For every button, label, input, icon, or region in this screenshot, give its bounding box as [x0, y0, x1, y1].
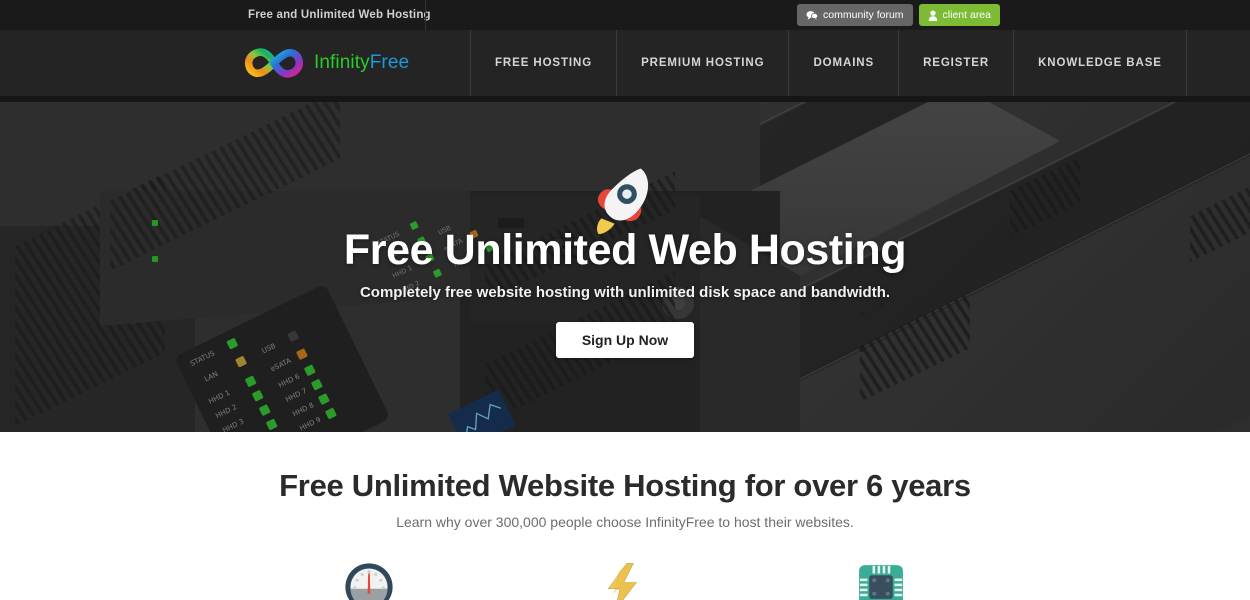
lightning-bolt-icon [598, 560, 652, 600]
brand-name-part2: Free [369, 52, 410, 73]
brand-name: InfinityFree [314, 52, 409, 74]
nav-item-knowledge-base[interactable]: KNOWLEDGE BASE [1014, 30, 1187, 96]
topbar-actions: community forum client area [797, 4, 1000, 26]
hero-content: Free Unlimited Web Hosting Completely fr… [0, 96, 1250, 432]
sign-up-now-button[interactable]: Sign Up Now [555, 322, 695, 359]
client-area-button[interactable]: client area [918, 4, 1000, 26]
user-icon [928, 9, 938, 21]
features-section: Free Unlimited Website Hosting for over … [0, 432, 1250, 600]
site-tagline: Free and Unlimited Web Hosting [248, 9, 431, 21]
hero-subtitle: Completely free website hosting with unl… [359, 284, 891, 302]
top-announcement-bar: Free and Unlimited Web Hosting community… [0, 0, 1250, 30]
community-forum-button[interactable]: community forum [797, 4, 913, 26]
nav-item-free-hosting[interactable]: FREE HOSTING [470, 30, 618, 96]
nav-item-register[interactable]: REGISTER [899, 30, 1015, 96]
nav-item-premium-hosting[interactable]: PREMIUM HOSTING [617, 30, 790, 96]
client-area-label: client area [942, 9, 991, 21]
nav-links: FREE HOSTING PREMIUM HOSTING DOMAINS REG… [470, 30, 1187, 96]
hero-section: STATUS LAN USB eSATA HHD 1 HHD 2 HHD 6 H… [0, 96, 1250, 432]
speech-bubble-icon [806, 10, 819, 21]
feature-item-performance [497, 560, 753, 600]
brand-logo-link[interactable]: InfinityFree [243, 30, 409, 96]
nav-item-domains[interactable]: DOMAINS [789, 30, 900, 96]
features-row [0, 560, 1250, 600]
infinity-logo-icon [243, 47, 305, 79]
feature-item-hardware [753, 560, 1009, 600]
hero-title: Free Unlimited Web Hosting [343, 226, 907, 274]
features-heading: Free Unlimited Website Hosting for over … [279, 468, 971, 503]
community-forum-label: community forum [823, 9, 904, 21]
cpu-chip-icon [854, 560, 908, 600]
main-navigation-bar: InfinityFree FREE HOSTING PREMIUM HOSTIN… [0, 30, 1250, 96]
brand-name-part1: Infinity [314, 52, 370, 73]
features-subheading: Learn why over 300,000 people choose Inf… [396, 514, 854, 530]
topbar-divider [425, 0, 426, 30]
feature-item-speed [241, 560, 497, 600]
gauge-icon [342, 560, 396, 600]
